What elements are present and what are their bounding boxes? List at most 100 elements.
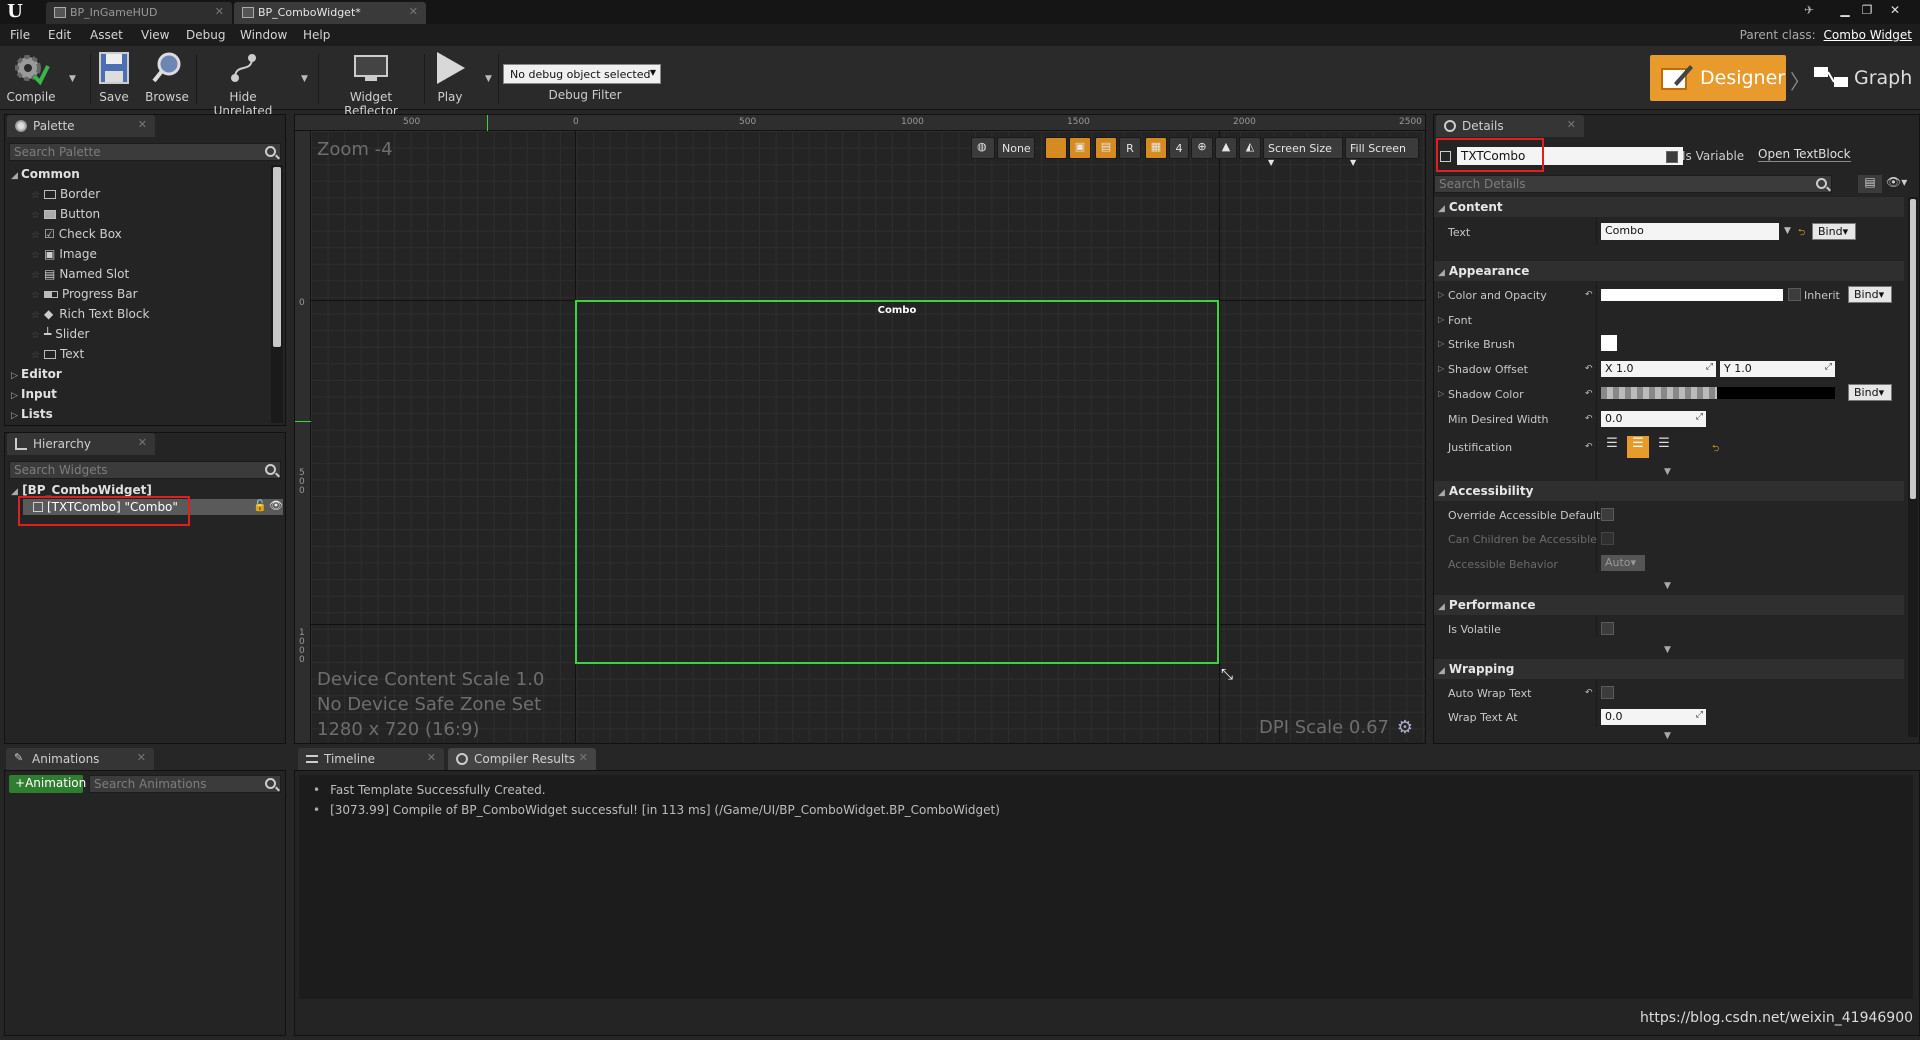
canvas-outline-icon[interactable]: ▤ [1095, 137, 1117, 159]
shadow-color-bind-button[interactable]: Bind▾ [1848, 384, 1892, 401]
menu-asset[interactable]: Asset [90, 28, 123, 42]
collapsed-icon[interactable]: ▷ [1438, 315, 1444, 324]
canvas-flip-icon[interactable]: ◭ [1239, 137, 1261, 159]
checkbox-box[interactable] [1666, 150, 1678, 163]
close-icon[interactable]: ✕ [1567, 118, 1576, 131]
inherit-checkbox[interactable] [1788, 288, 1801, 301]
close-icon[interactable]: ✕ [427, 751, 436, 764]
palette-category-editor[interactable]: ▷ Editor [11, 367, 62, 381]
advanced-expander-icon[interactable]: ▼ [1664, 467, 1671, 477]
palette-item-check-box[interactable]: ☆ ☑ Check Box [31, 227, 122, 241]
widget-preview-selection[interactable]: Combo [575, 300, 1219, 664]
shadow-offset-y-input[interactable]: Y 1.0 ⤢ [1720, 361, 1835, 377]
section-accessibility[interactable]: ◢ Accessibility [1434, 481, 1904, 501]
widget-reflector-button[interactable]: Widget Reflector [322, 50, 420, 118]
parent-class-link[interactable]: Combo Widget [1824, 28, 1912, 42]
restore-icon[interactable]: ❐ [1858, 2, 1876, 18]
graph-mode-button[interactable]: Graph [1806, 55, 1914, 101]
override-accessible-checkbox[interactable] [1601, 508, 1614, 521]
menu-window[interactable]: Window [240, 28, 287, 42]
min-desired-width-input[interactable]: 0.0 ⤢ [1601, 411, 1706, 427]
auto-wrap-checkbox[interactable] [1601, 686, 1614, 699]
collapsed-icon[interactable]: ▷ [1438, 290, 1444, 299]
tab-hierarchy[interactable]: Hierarchy ✕ [7, 433, 155, 455]
designer-mode-button[interactable]: Designer [1650, 55, 1786, 101]
strike-brush-swatch[interactable] [1601, 335, 1617, 351]
compile-dropdown-icon[interactable]: ▼ [69, 74, 76, 84]
reset-arrow-icon[interactable]: ↶ [1585, 389, 1593, 399]
section-performance[interactable]: ◢ Performance [1434, 595, 1904, 615]
search-animations-input[interactable]: Search Animations [89, 775, 281, 793]
tab-bp-ingamehud[interactable]: BP_InGameHUD ✕ [46, 2, 232, 24]
palette-category-lists[interactable]: ▷ Lists [11, 407, 53, 421]
open-textblock-link[interactable]: Open TextBlock [1758, 147, 1851, 162]
tab-animations[interactable]: ✎ Animations ✕ [6, 748, 154, 770]
palette-item-border[interactable]: ☆ Border [31, 187, 100, 201]
compile-button[interactable]: Compile [6, 50, 56, 108]
align-center-icon[interactable]: ☰ [1627, 436, 1649, 458]
collapsed-icon[interactable]: ▷ [1438, 389, 1444, 398]
canvas-respect-locks-button[interactable]: R [1119, 137, 1141, 159]
menu-edit[interactable]: Edit [48, 28, 71, 42]
property-matrix-icon[interactable]: ▤ [1858, 175, 1882, 193]
canvas-grid-size-button[interactable]: 4 [1169, 137, 1189, 159]
play-button[interactable]: Play [428, 50, 472, 108]
hide-unrelated-button[interactable]: Hide Unrelated [200, 50, 286, 118]
advanced-expander-icon[interactable]: ▼ [1664, 581, 1671, 591]
details-scrollbar[interactable] [1908, 197, 1918, 737]
align-left-icon[interactable]: ☰ [1601, 436, 1623, 458]
canvas-lock-icon[interactable]: ▣ [1069, 137, 1091, 159]
scrollbar-thumb[interactable] [1910, 199, 1916, 499]
canvas-grid-snap-icon[interactable]: ▦ [1145, 137, 1167, 159]
canvas-background-icon[interactable]: ▲ [1215, 137, 1237, 159]
text-options-dropdown-icon[interactable]: ▼ [1784, 226, 1791, 236]
color-swatch[interactable] [1601, 289, 1783, 301]
visibility-options-eye-icon[interactable]: 👁▾ [1886, 175, 1916, 193]
visibility-eye-icon[interactable]: 👁 [269, 499, 283, 512]
menu-file[interactable]: File [10, 28, 30, 42]
shadow-color-swatch[interactable] [1717, 387, 1835, 399]
palette-item-text[interactable]: ☆ Text [31, 347, 84, 361]
menu-help[interactable]: Help [303, 28, 330, 42]
reset-arrow-icon[interactable]: ↶ [1585, 688, 1593, 698]
save-button[interactable]: Save [96, 50, 132, 108]
tab-details[interactable]: Details ✕ [1436, 115, 1584, 137]
section-content[interactable]: ◢ Content [1434, 197, 1904, 217]
palette-item-button[interactable]: ☆ Button [31, 207, 100, 221]
reset-to-default-icon[interactable]: ⮌ [1798, 225, 1805, 241]
canvas-select-mode-icon[interactable] [1045, 137, 1067, 159]
hierarchy-root[interactable]: ◢ [BP_ComboWidget] [11, 483, 152, 497]
palette-category-common[interactable]: ◢ Common [11, 167, 80, 181]
align-right-icon[interactable]: ☰ [1653, 436, 1675, 458]
tab-compiler-results[interactable]: Compiler Results ✕ [448, 748, 596, 770]
close-icon[interactable]: ✕ [215, 5, 224, 18]
close-icon[interactable]: ✕ [137, 751, 146, 764]
palette-item-progress-bar[interactable]: ☆ Progress Bar [31, 287, 138, 301]
reset-arrow-icon[interactable]: ↶ [1585, 290, 1593, 300]
palette-item-named-slot[interactable]: ☆ ▤ Named Slot [31, 267, 129, 281]
designer-canvas[interactable]: 500 0 500 1000 1500 2000 2500 0 5 0 0 1 … [294, 114, 1426, 744]
search-palette-input[interactable]: Search Palette [9, 143, 281, 161]
tab-palette[interactable]: Palette ✕ [7, 115, 155, 137]
section-wrapping[interactable]: ◢ Wrapping [1434, 659, 1904, 679]
reset-to-default-icon[interactable]: ⮌ [1712, 441, 1719, 457]
close-icon[interactable]: ✕ [138, 118, 147, 131]
hide-unrelated-dropdown-icon[interactable]: ▼ [301, 74, 308, 84]
palette-category-input[interactable]: ▷ Input [11, 387, 57, 401]
palette-item-image[interactable]: ☆ ▣ Image [31, 247, 97, 261]
tab-timeline[interactable]: Timeline ✕ [298, 748, 444, 770]
tab-bp-combowidget[interactable]: BP_ComboWidget* ✕ [234, 2, 426, 24]
advanced-expander-icon[interactable]: ▼ [1664, 731, 1671, 741]
reset-arrow-icon[interactable]: ↶ [1585, 364, 1593, 374]
color-bind-button[interactable]: Bind▾ [1848, 286, 1892, 303]
search-widgets-input[interactable]: Search Widgets [9, 461, 281, 479]
lock-icon[interactable]: 🔓 [253, 499, 267, 512]
palette-item-rich-text-block[interactable]: ☆ ◆ Rich Text Block [31, 307, 149, 321]
close-icon[interactable]: ✕ [579, 751, 588, 764]
canvas-world-icon[interactable]: ◍ [971, 137, 995, 159]
collapsed-icon[interactable]: ▷ [1438, 339, 1444, 348]
search-details-input[interactable]: Search Details [1434, 175, 1832, 193]
shadow-color-swatch-alpha[interactable] [1601, 387, 1717, 399]
text-property-input[interactable]: Combo [1601, 223, 1779, 240]
advanced-expander-icon[interactable]: ▼ [1664, 645, 1671, 655]
